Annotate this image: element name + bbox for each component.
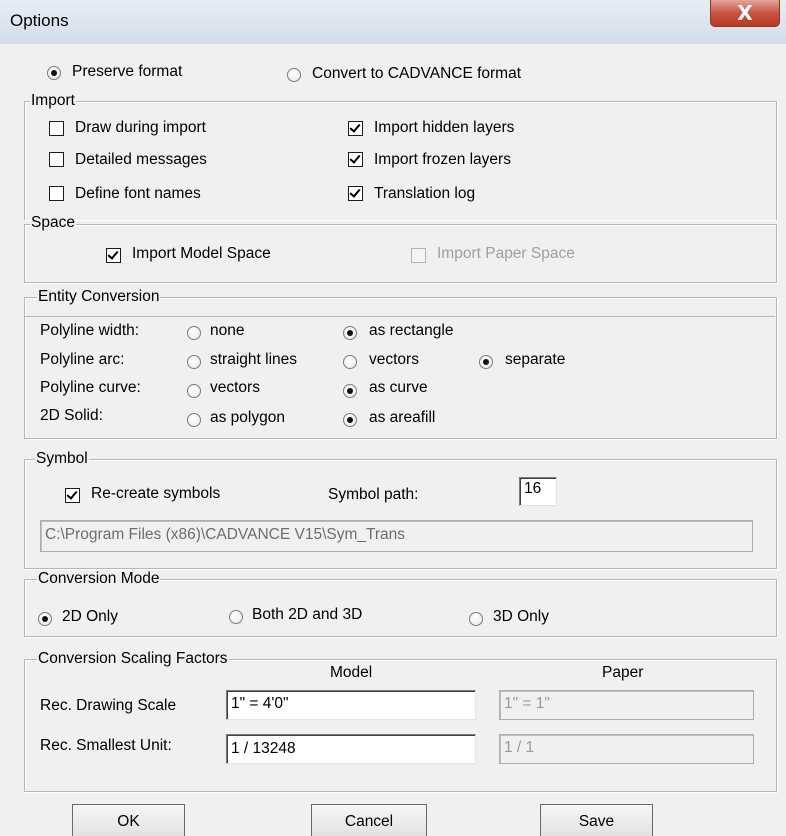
import-paper-space-label: Import Paper Space: [437, 245, 575, 262]
polyline-width-none-radio[interactable]: [187, 326, 201, 340]
save-button[interactable]: Save: [540, 804, 653, 836]
mode-2d-only-radio[interactable]: [38, 612, 52, 626]
solid-2d-polygon-label: as polygon: [210, 409, 285, 426]
polyline-arc-label: Polyline arc:: [40, 351, 125, 368]
define-font-names-label: Define font names: [75, 185, 201, 202]
import-hidden-layers-label: Import hidden layers: [374, 119, 515, 136]
symbol-path-label: Symbol path:: [328, 486, 419, 503]
import-paper-space-checkbox[interactable]: [411, 248, 426, 263]
smallest-unit-paper-input: 1 / 1: [499, 734, 754, 764]
drawing-scale-label: Rec. Drawing Scale: [40, 697, 177, 714]
translation-log-label: Translation log: [374, 185, 476, 202]
entity-conversion-legend: Entity Conversion: [37, 288, 161, 306]
symbol-legend: Symbol: [35, 450, 89, 468]
polyline-curve-label: Polyline curve:: [40, 379, 141, 396]
paper-header: Paper: [602, 664, 644, 681]
close-button[interactable]: X: [710, 0, 780, 27]
symbol-group: [24, 459, 777, 569]
conversion-mode-legend: Conversion Mode: [37, 570, 161, 588]
convert-cadvance-radio[interactable]: [287, 68, 301, 82]
smallest-unit-model-input[interactable]: 1 / 13248: [226, 734, 476, 764]
polyline-width-label: Polyline width:: [40, 322, 140, 339]
smallest-unit-label: Rec. Smallest Unit:: [40, 737, 172, 754]
scaling-group: [24, 659, 777, 792]
solid-2d-areafill-radio[interactable]: [343, 413, 357, 427]
cancel-button[interactable]: Cancel: [311, 804, 427, 836]
polyline-width-none-label: none: [210, 322, 245, 339]
polyline-width-rectangle-radio[interactable]: [343, 326, 357, 340]
space-legend: Space: [30, 214, 76, 232]
recreate-symbols-label: Re-create symbols: [91, 485, 221, 502]
polyline-curve-curve-radio[interactable]: [343, 384, 357, 398]
ok-button[interactable]: OK: [72, 804, 185, 836]
polyline-arc-separate-radio[interactable]: [479, 355, 493, 369]
preserve-format-radio[interactable]: [47, 66, 61, 80]
import-hidden-layers-checkbox[interactable]: [348, 121, 363, 136]
drawing-scale-paper-input: 1" = 1": [499, 690, 754, 720]
import-model-space-label: Import Model Space: [132, 245, 271, 262]
title-bar: [0, 0, 786, 44]
polyline-curve-vectors-radio[interactable]: [187, 384, 201, 398]
drawing-scale-model-input[interactable]: 1" = 4'0": [226, 690, 476, 720]
detailed-messages-label: Detailed messages: [75, 151, 207, 168]
mode-both-radio[interactable]: [229, 610, 243, 624]
detailed-messages-checkbox[interactable]: [49, 152, 64, 167]
polyline-arc-straight-radio[interactable]: [187, 355, 201, 369]
polyline-arc-vectors-radio[interactable]: [343, 355, 357, 369]
draw-during-import-label: Draw during import: [75, 119, 206, 136]
close-icon: X: [737, 1, 753, 25]
solid-2d-polygon-radio[interactable]: [187, 413, 201, 427]
symbol-path-input[interactable]: 16: [519, 477, 557, 506]
polyline-width-rectangle-label: as rectangle: [369, 322, 454, 339]
mode-2d-only-label: 2D Only: [62, 608, 118, 625]
polyline-arc-separate-label: separate: [505, 351, 566, 368]
mode-3d-only-radio[interactable]: [469, 612, 483, 626]
import-frozen-layers-label: Import frozen layers: [374, 151, 511, 168]
polyline-arc-vectors-label: vectors: [369, 351, 419, 368]
import-model-space-checkbox[interactable]: [106, 248, 121, 263]
import-legend: Import: [30, 92, 76, 110]
convert-cadvance-label: Convert to CADVANCE format: [312, 65, 522, 82]
polyline-arc-straight-label: straight lines: [210, 351, 298, 368]
import-frozen-layers-checkbox[interactable]: [348, 152, 363, 167]
scaling-legend: Conversion Scaling Factors: [37, 650, 229, 668]
draw-during-import-checkbox[interactable]: [49, 121, 64, 136]
symbol-path-display: C:\Program Files (x86)\CADVANCE V15\Sym_…: [40, 520, 753, 552]
model-header: Model: [330, 664, 373, 681]
translation-log-checkbox[interactable]: [348, 186, 363, 201]
recreate-symbols-checkbox[interactable]: [65, 488, 80, 503]
mode-both-label: Both 2D and 3D: [252, 606, 363, 623]
mode-3d-only-label: 3D Only: [493, 608, 549, 625]
polyline-curve-vectors-label: vectors: [210, 379, 260, 396]
define-font-names-checkbox[interactable]: [49, 186, 64, 201]
solid-2d-areafill-label: as areafill: [369, 409, 436, 426]
entity-conversion-divider: [24, 316, 775, 317]
solid-2d-label: 2D Solid:: [40, 407, 103, 424]
window-title: Options: [10, 11, 69, 30]
polyline-curve-curve-label: as curve: [369, 379, 428, 396]
preserve-format-label: Preserve format: [72, 63, 183, 80]
